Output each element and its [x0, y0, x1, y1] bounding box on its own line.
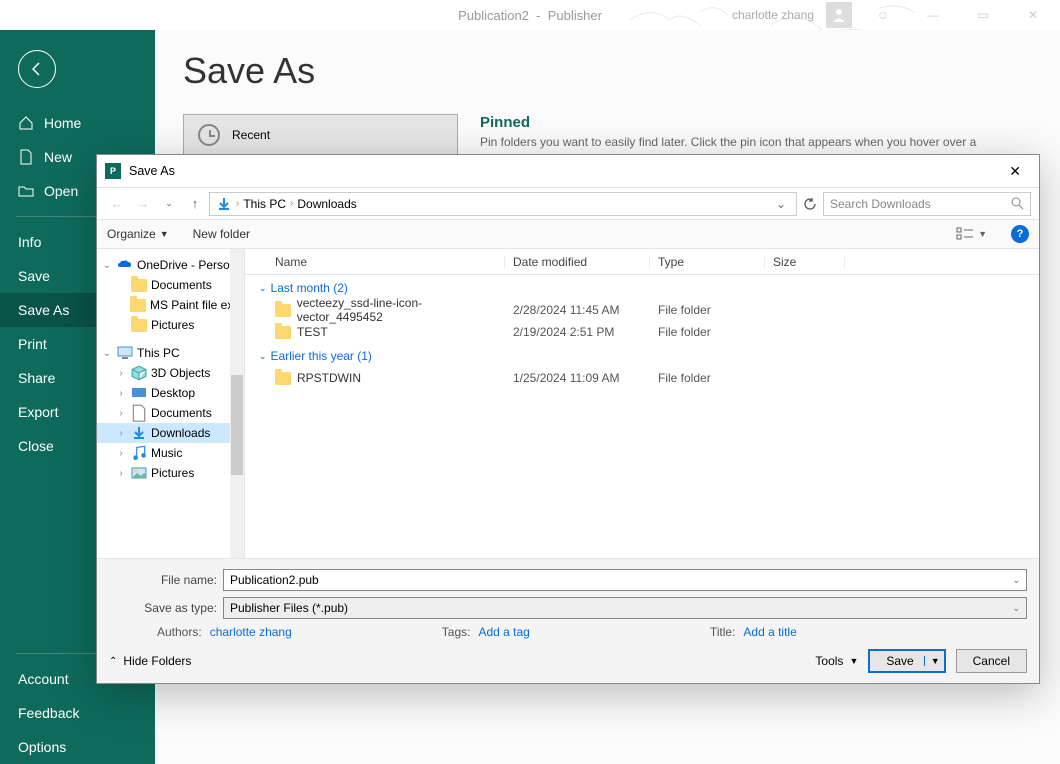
- view-options-button[interactable]: ▼: [956, 227, 987, 241]
- tree-music[interactable]: ›Music: [97, 443, 244, 463]
- col-date[interactable]: Date modified: [505, 255, 650, 269]
- tags-value[interactable]: Add a tag: [478, 625, 529, 639]
- savetype-label: Save as type:: [109, 601, 217, 615]
- filename-field[interactable]: Publication2.pub⌄: [223, 569, 1027, 591]
- nav-up-button[interactable]: ↑: [183, 192, 207, 216]
- tree-od-documents[interactable]: Documents: [97, 275, 244, 295]
- title-meta-label: Title:: [710, 625, 736, 639]
- nav-feedback[interactable]: Feedback: [0, 696, 155, 730]
- breadcrumb[interactable]: › This PC › Downloads ⌄: [209, 192, 797, 216]
- file-row[interactable]: TEST 2/19/2024 2:51 PM File folder: [245, 321, 1039, 343]
- tree-documents[interactable]: ›Documents: [97, 403, 244, 423]
- nav-options[interactable]: Options: [0, 730, 155, 764]
- nav-back-button[interactable]: ←: [105, 192, 129, 216]
- tools-dropdown[interactable]: Tools ▼: [815, 654, 858, 668]
- downloads-icon: [216, 196, 232, 212]
- help-button[interactable]: ?: [1011, 225, 1029, 243]
- authors-label: Authors:: [157, 625, 202, 639]
- save-as-dialog: P Save As ✕ ← → ⌄ ↑ › This PC › Download…: [96, 154, 1040, 684]
- tree-od-paint[interactable]: MS Paint file exa: [97, 295, 244, 315]
- maximize-button[interactable]: ▭: [964, 1, 1002, 29]
- file-row[interactable]: vecteezy_ssd-line-icon-vector_4495452 2/…: [245, 299, 1039, 321]
- cancel-button[interactable]: Cancel: [956, 649, 1027, 673]
- file-list: Name Date modified Type Size ⌄Last month…: [245, 249, 1039, 558]
- breadcrumb-dropdown[interactable]: ⌄: [772, 197, 790, 211]
- tree-desktop[interactable]: ›Desktop: [97, 383, 244, 403]
- dialog-title: Save As: [129, 164, 175, 178]
- file-row[interactable]: RPSTDWIN 1/25/2024 11:09 AM File folder: [245, 367, 1039, 389]
- col-size[interactable]: Size: [765, 255, 845, 269]
- recent-card[interactable]: Recent: [183, 114, 458, 156]
- folder-tree: ⌄OneDrive - Persor Documents MS Paint fi…: [97, 249, 245, 558]
- folder-icon: [275, 326, 291, 339]
- group-earlier-year[interactable]: ⌄Earlier this year (1): [245, 343, 1039, 367]
- pinned-text: Pin folders you want to easily find late…: [480, 135, 976, 149]
- tree-3d-objects[interactable]: ›3D Objects: [97, 363, 244, 383]
- window-title: Publication2 - Publisher: [458, 8, 602, 23]
- col-name[interactable]: Name: [245, 255, 505, 269]
- tree-od-pictures[interactable]: Pictures: [97, 315, 244, 335]
- search-input[interactable]: Search Downloads: [823, 192, 1031, 216]
- search-icon: [1011, 197, 1024, 210]
- tree-downloads[interactable]: ›Downloads: [97, 423, 244, 443]
- tree-pictures[interactable]: ›Pictures: [97, 463, 244, 483]
- col-type[interactable]: Type: [650, 255, 765, 269]
- dialog-close-button[interactable]: ✕: [1001, 159, 1029, 184]
- save-dropdown-arrow[interactable]: ▼: [924, 656, 940, 666]
- back-button[interactable]: [18, 50, 56, 88]
- crumb-downloads[interactable]: Downloads: [297, 197, 356, 211]
- nav-recent-dropdown[interactable]: ⌄: [157, 192, 181, 216]
- title-value[interactable]: Add a title: [743, 625, 796, 639]
- page-title: Save As: [183, 50, 1032, 92]
- organize-dropdown[interactable]: Organize ▼: [107, 227, 169, 241]
- save-button[interactable]: Save▼: [868, 649, 945, 673]
- new-folder-button[interactable]: New folder: [193, 227, 250, 241]
- crumb-thispc[interactable]: This PC: [243, 197, 286, 211]
- nav-home[interactable]: Home: [0, 106, 155, 140]
- refresh-button[interactable]: [799, 193, 821, 215]
- titlebar: Publication2 - Publisher charlotte zhang…: [0, 0, 1060, 30]
- hide-folders-button[interactable]: ⌃Hide Folders: [109, 654, 191, 668]
- recent-label: Recent: [232, 128, 270, 142]
- close-window-button[interactable]: ✕: [1014, 1, 1052, 29]
- nav-forward-button[interactable]: →: [131, 192, 155, 216]
- tree-thispc[interactable]: ⌄This PC: [97, 343, 244, 363]
- folder-icon: [275, 304, 291, 317]
- pinned-title: Pinned: [480, 114, 976, 131]
- tags-label: Tags:: [442, 625, 471, 639]
- publisher-icon: P: [105, 163, 121, 179]
- savetype-field[interactable]: Publisher Files (*.pub)⌄: [223, 597, 1027, 619]
- folder-icon: [275, 372, 291, 385]
- tree-onedrive[interactable]: ⌄OneDrive - Persor: [97, 255, 244, 275]
- clock-icon: [198, 124, 220, 146]
- search-placeholder: Search Downloads: [830, 197, 931, 211]
- authors-value[interactable]: charlotte zhang: [210, 625, 292, 639]
- filename-label: File name:: [109, 573, 217, 587]
- tree-scrollbar[interactable]: [230, 249, 244, 558]
